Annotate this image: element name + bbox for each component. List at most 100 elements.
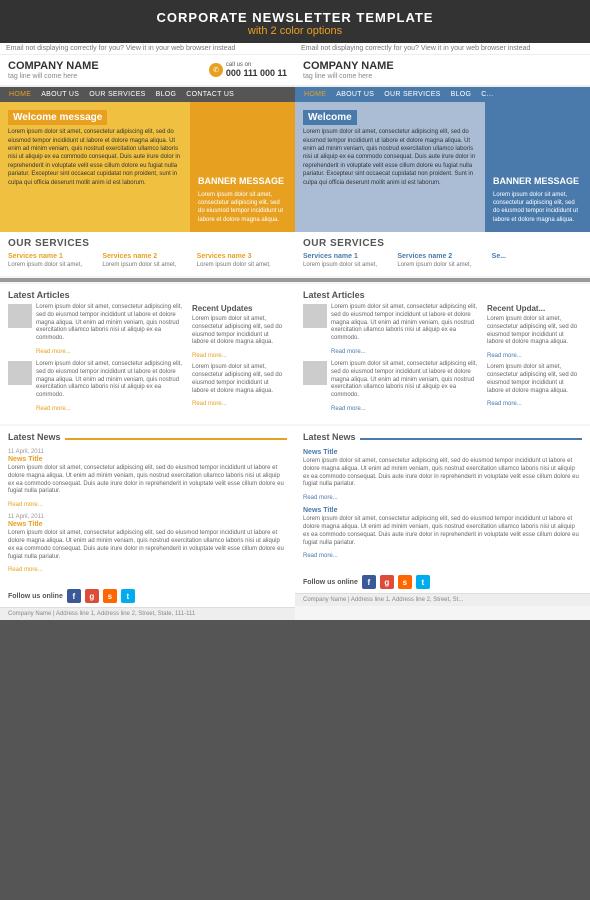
navigation-blue: HOME ABOUT US OUR SERVICES BLOG C... bbox=[295, 87, 590, 102]
phone-number: 000 111 000 11 bbox=[226, 68, 287, 78]
service-item-2: Services name 2 Lorem ipsum dolor sit am… bbox=[102, 253, 192, 270]
news-date-2: 11 April, 2011 bbox=[8, 514, 287, 520]
article-text-b2: Lorem ipsum dolor sit amet, consectetur … bbox=[331, 361, 481, 400]
update-text-2: Lorem ipsum dolor sit amet, consectetur … bbox=[192, 364, 287, 395]
service-text-2: Lorem ipsum dolor sit amet, bbox=[102, 262, 192, 270]
news-title-b2[interactable]: News Title bbox=[303, 507, 582, 514]
banner-side-blue: BANNER MESSAGE Lorem ipsum dolor sit ame… bbox=[485, 102, 590, 232]
nav-services-blue[interactable]: OUR SERVICES bbox=[379, 87, 445, 102]
nav-home[interactable]: HOME bbox=[4, 87, 36, 102]
nav-blog-blue[interactable]: BLOG bbox=[446, 87, 477, 102]
service-item-b2: Services name 2 Lorem ipsum dolor sit am… bbox=[397, 253, 487, 270]
news-item-b1: News Title Lorem ipsum dolor sit amet, c… bbox=[303, 449, 582, 502]
news-title-1[interactable]: News Title bbox=[8, 456, 287, 463]
service-item-b1: Services name 1 Lorem ipsum dolor sit am… bbox=[303, 253, 393, 270]
stumbleupon-icon-blue[interactable]: s bbox=[398, 575, 412, 589]
facebook-icon[interactable]: f bbox=[67, 589, 81, 603]
phone-icon: ✆ bbox=[209, 63, 223, 77]
article-content-2: Lorem ipsum dolor sit amet, consectetur … bbox=[36, 361, 186, 413]
nav-services[interactable]: OUR SERVICES bbox=[84, 87, 150, 102]
article-thumb-b2 bbox=[303, 361, 327, 385]
news-divider bbox=[65, 438, 287, 440]
company-name: COMPANY NAME bbox=[8, 60, 99, 73]
article-thumb-1 bbox=[8, 304, 32, 328]
articles-heading-blue: Latest Articles bbox=[303, 290, 582, 300]
recent-title-blue: Recent Updat... bbox=[487, 304, 582, 313]
nav-home-blue[interactable]: HOME bbox=[299, 87, 331, 102]
googleplus-icon[interactable]: g bbox=[85, 589, 99, 603]
recent-title: Recent Updates bbox=[192, 304, 287, 313]
services-heading-blue: OUR SERVICES bbox=[303, 238, 582, 249]
googleplus-icon-blue[interactable]: g bbox=[380, 575, 394, 589]
article-item-b1: Lorem ipsum dolor sit amet, consectetur … bbox=[303, 304, 481, 356]
nav-contact-blue[interactable]: C... bbox=[476, 87, 498, 102]
services-section: OUR SERVICES Services name 1 Lorem ipsum… bbox=[0, 232, 295, 276]
news-read-more-1[interactable]: Read more... bbox=[8, 502, 43, 508]
stumbleupon-icon[interactable]: s bbox=[103, 589, 117, 603]
welcome-text: Lorem ipsum dolor sit amet, consectetur … bbox=[8, 128, 182, 187]
news-divider-blue bbox=[360, 438, 582, 440]
news-read-more-2[interactable]: Read more... bbox=[8, 567, 43, 573]
recent-updates: Recent Updates Lorem ipsum dolor sit ame… bbox=[192, 304, 287, 418]
read-more-recent-b2[interactable]: Read more... bbox=[487, 401, 522, 407]
update-text-1: Lorem ipsum dolor sit amet, consectetur … bbox=[192, 316, 287, 347]
banner-message-blue: BANNER MESSAGE bbox=[493, 176, 582, 188]
header-blue: COMPANY NAME tag line will come here bbox=[295, 55, 590, 87]
newsletter-col-blue: Email not displaying correctly for you? … bbox=[295, 43, 590, 620]
article-thumb-2 bbox=[8, 361, 32, 385]
articles-main: Lorem ipsum dolor sit amet, consectetur … bbox=[8, 304, 186, 418]
news-text-2: Lorem ipsum dolor sit amet, consectetur … bbox=[8, 530, 287, 561]
service-name-b1: Services name 1 bbox=[303, 253, 393, 260]
update-text-b1: Lorem ipsum dolor sit amet, consectetur … bbox=[487, 316, 582, 347]
news-read-more-b1[interactable]: Read more... bbox=[303, 495, 338, 501]
read-more-recent-1[interactable]: Read more... bbox=[192, 353, 227, 359]
article-thumb-b1 bbox=[303, 304, 327, 328]
facebook-icon-blue[interactable]: f bbox=[362, 575, 376, 589]
phone-area: ✆ call us on 000 111 000 11 bbox=[209, 62, 287, 78]
social-section: Follow us online f g s t bbox=[0, 585, 295, 607]
read-more-recent-2[interactable]: Read more... bbox=[192, 401, 227, 407]
nav-about[interactable]: ABOUT US bbox=[36, 87, 84, 102]
read-more-1[interactable]: Read more... bbox=[36, 349, 71, 355]
article-item-1: Lorem ipsum dolor sit amet, consectetur … bbox=[8, 304, 186, 356]
service-text-3: Lorem ipsum dolor sit amet, bbox=[197, 262, 287, 270]
service-name-2: Services name 2 bbox=[102, 253, 192, 260]
top-bar-blue: Email not displaying correctly for you? … bbox=[295, 43, 590, 55]
articles-layout: Lorem ipsum dolor sit amet, consectetur … bbox=[8, 304, 287, 418]
read-more-2[interactable]: Read more... bbox=[36, 406, 71, 412]
footer-blue: Company Name | Address line 1, Address l… bbox=[295, 593, 590, 606]
service-text-1: Lorem ipsum dolor sit amet, bbox=[8, 262, 98, 270]
hero-section-blue: envato Welcome Lorem ipsum dolor sit ame… bbox=[295, 102, 590, 232]
banner-subtitle: with 2 color options bbox=[0, 25, 590, 37]
read-more-b1[interactable]: Read more... bbox=[331, 349, 366, 355]
nav-contact[interactable]: CONTACT US bbox=[181, 87, 239, 102]
article-text-2: Lorem ipsum dolor sit amet, consectetur … bbox=[36, 361, 186, 400]
twitter-icon-blue[interactable]: t bbox=[416, 575, 430, 589]
newsletter-col-orange: Email not displaying correctly for you? … bbox=[0, 43, 295, 620]
tag-line: tag line will come here bbox=[8, 73, 99, 80]
article-text-1: Lorem ipsum dolor sit amet, consectetur … bbox=[36, 304, 186, 343]
article-item-b2: Lorem ipsum dolor sit amet, consectetur … bbox=[303, 361, 481, 413]
news-title-b1[interactable]: News Title bbox=[303, 449, 582, 456]
banner-text: Lorem ipsum dolor sit amet, consectetur … bbox=[198, 191, 287, 225]
news-item-1: 11 April, 2011 News Title Lorem ipsum do… bbox=[8, 449, 287, 509]
service-name-1: Services name 1 bbox=[8, 253, 98, 260]
news-heading-blue: Latest News bbox=[303, 432, 356, 442]
hero-content: Welcome message Lorem ipsum dolor sit am… bbox=[0, 102, 190, 232]
news-title-2[interactable]: News Title bbox=[8, 521, 287, 528]
nav-blog[interactable]: BLOG bbox=[151, 87, 182, 102]
nav-about-blue[interactable]: ABOUT US bbox=[331, 87, 379, 102]
article-content-b1: Lorem ipsum dolor sit amet, consectetur … bbox=[331, 304, 481, 356]
update-text-b2: Lorem ipsum dolor sit amet, consectetur … bbox=[487, 364, 582, 395]
news-date-1: 11 April, 2011 bbox=[8, 449, 287, 455]
services-section-blue: OUR SERVICES Services name 1 Lorem ipsum… bbox=[295, 232, 590, 276]
read-more-recent-b1[interactable]: Read more... bbox=[487, 353, 522, 359]
service-name-b2: Services name 2 bbox=[397, 253, 487, 260]
service-item-3: Services name 3 Lorem ipsum dolor sit am… bbox=[197, 253, 287, 270]
twitter-icon[interactable]: t bbox=[121, 589, 135, 603]
footer: Company Name | Address line 1, Address l… bbox=[0, 607, 295, 620]
read-more-b2[interactable]: Read more... bbox=[331, 406, 366, 412]
service-name-b3: Se... bbox=[492, 253, 582, 260]
banner-message: BANNER MESSAGE bbox=[198, 176, 287, 188]
news-read-more-b2[interactable]: Read more... bbox=[303, 553, 338, 559]
